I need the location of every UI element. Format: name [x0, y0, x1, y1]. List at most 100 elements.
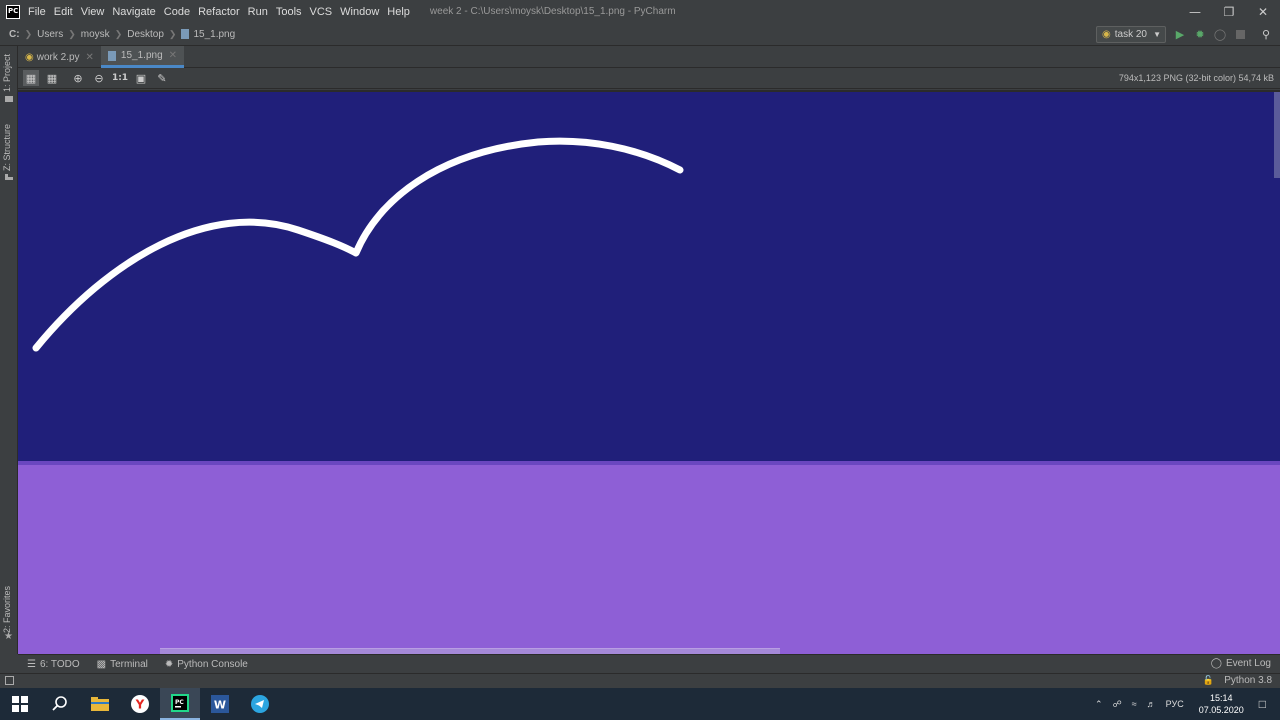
input-language[interactable]: РУС: [1166, 699, 1184, 709]
menu-run[interactable]: Run: [248, 6, 268, 18]
network-icon[interactable]: ☍: [1113, 699, 1122, 710]
volume-icon[interactable]: ♬: [1147, 699, 1156, 709]
svg-text:PC: PC: [175, 699, 184, 706]
breadcrumb-file[interactable]: 15_1.png: [193, 29, 235, 40]
interpreter-status[interactable]: Python 3.8: [1224, 675, 1272, 686]
structure-tool-tab[interactable]: Z: Structure: [2, 124, 12, 171]
clock[interactable]: 15:14 07.05.2020: [1199, 692, 1244, 716]
close-tab-icon[interactable]: ✕: [86, 52, 94, 63]
event-log-label: Event Log: [1225, 658, 1271, 669]
windows-start-icon[interactable]: [0, 688, 40, 720]
stop-icon[interactable]: [1234, 28, 1246, 40]
chessboard-icon[interactable]: ▦: [23, 70, 39, 86]
menu-edit[interactable]: Edit: [54, 6, 73, 18]
dropdown-arrow-icon: ▼: [1153, 30, 1161, 39]
python-icon: ◉: [1102, 29, 1111, 40]
tab-15-1-png[interactable]: 15_1.png ✕: [100, 46, 185, 68]
toggle-tool-windows-icon[interactable]: [5, 676, 14, 685]
windows-taskbar: Y PC W ⌃ ☍ ≈ ♬ РУС 15:14 07.05.2020 □: [0, 688, 1280, 720]
png-file-icon: [181, 29, 190, 39]
menu-window[interactable]: Window: [340, 6, 379, 18]
python-console-label: Python Console: [177, 658, 248, 670]
tab-label: 15_1.png: [120, 50, 163, 61]
image-bird-stroke: [32, 137, 684, 352]
menu-navigate[interactable]: Navigate: [112, 6, 155, 18]
actual-size-button[interactable]: 1:1: [112, 70, 128, 86]
folder-icon: [5, 96, 13, 102]
pycharm-logo-icon: PC: [6, 4, 20, 19]
pycharm-taskbar-icon[interactable]: PC: [160, 688, 200, 720]
tab-work-2-py[interactable]: ◉ work 2.py ✕: [18, 46, 101, 68]
breadcrumb-moysk[interactable]: moysk: [81, 29, 110, 40]
chevron-right-icon: ❯: [114, 28, 123, 39]
color-picker-icon[interactable]: ✎: [154, 70, 170, 86]
todo-label: 6: TODO: [39, 658, 80, 670]
breadcrumb-desktop[interactable]: Desktop: [127, 29, 164, 40]
terminal-label: Terminal: [110, 658, 148, 670]
project-tool-tab[interactable]: 1: Project: [2, 54, 12, 92]
menu-view[interactable]: View: [81, 6, 105, 18]
zoom-out-icon[interactable]: ⊖: [91, 70, 107, 86]
coverage-icon[interactable]: ◯: [1214, 28, 1226, 41]
vertical-scrollbar[interactable]: [1274, 92, 1280, 178]
structure-icon: [5, 174, 13, 180]
run-icon[interactable]: ▶: [1174, 28, 1186, 41]
menu-tools[interactable]: Tools: [276, 6, 302, 18]
list-icon: ☰: [27, 658, 36, 670]
chevron-right-icon: ❯: [24, 28, 33, 39]
run-config-label: task 20: [1114, 29, 1147, 40]
editor-tab-bar: ◉ work 2.py ✕ 15_1.png ✕: [18, 46, 1280, 68]
search-icon[interactable]: [40, 688, 80, 720]
python-file-icon: ◉: [25, 51, 34, 63]
yandex-browser-icon[interactable]: Y: [120, 688, 160, 720]
close-tab-icon[interactable]: ✕: [169, 50, 177, 61]
title-bar: PC File Edit View Navigate Code Refactor…: [0, 0, 1280, 23]
menu-file[interactable]: File: [28, 6, 46, 18]
python-icon: ✹: [164, 658, 174, 670]
status-bar: 🔓 Python 3.8: [0, 673, 1280, 688]
chevron-right-icon: ❯: [168, 28, 177, 39]
menu-code[interactable]: Code: [164, 6, 190, 18]
window-title: week 2 - C:\Users\moysk\Desktop\15_1.png…: [429, 6, 676, 17]
file-explorer-icon[interactable]: [80, 688, 120, 720]
close-icon[interactable]: ✕: [1246, 0, 1280, 23]
png-file-icon: [107, 50, 116, 61]
favorites-tool-tab[interactable]: 2: Favorites: [2, 586, 12, 633]
image-info: 794x1,123 PNG (32-bit color) 54,74 kB: [1118, 73, 1274, 83]
clock-date: 07.05.2020: [1198, 705, 1244, 715]
terminal-icon: ▩: [96, 658, 107, 670]
fit-zoom-icon[interactable]: ▣: [133, 70, 149, 86]
menu-help[interactable]: Help: [387, 6, 410, 18]
svg-text:W: W: [214, 699, 226, 712]
debug-icon[interactable]: ✹: [1194, 28, 1206, 41]
run-config-dropdown[interactable]: ◉ task 20 ▼: [1096, 26, 1166, 43]
system-tray: ⌃ ☍ ≈ ♬ РУС 15:14 07.05.2020 □: [1090, 688, 1280, 720]
word-icon[interactable]: W: [200, 688, 240, 720]
svg-text:Y: Y: [135, 698, 145, 712]
tab-label: work 2.py: [36, 51, 80, 63]
terminal-tool-button[interactable]: ▩ Terminal: [97, 659, 148, 670]
telegram-icon[interactable]: [240, 688, 280, 720]
left-tool-strip: 1: Project Z: Structure 2: Favorites ★: [0, 46, 18, 654]
zoom-in-icon[interactable]: ⊕: [70, 70, 86, 86]
chevron-right-icon: ❯: [68, 28, 76, 39]
breadcrumb-users[interactable]: Users: [37, 29, 63, 40]
notifications-icon[interactable]: □: [1259, 697, 1266, 711]
event-log-button[interactable]: ◯ Event Log: [1211, 658, 1271, 669]
chevron-up-icon[interactable]: ⌃: [1095, 699, 1103, 710]
minimize-icon[interactable]: —: [1178, 0, 1212, 23]
menu-vcs[interactable]: VCS: [310, 6, 333, 18]
bird-curve: [32, 137, 684, 352]
grid-icon[interactable]: ▦: [44, 70, 60, 86]
python-console-tool-button[interactable]: ✹ Python Console: [165, 659, 248, 670]
star-icon: ★: [4, 631, 13, 642]
wifi-icon[interactable]: ≈: [1132, 699, 1137, 709]
event-log-icon: ◯: [1210, 658, 1222, 669]
restore-icon[interactable]: ❐: [1212, 0, 1246, 23]
search-icon[interactable]: ⚲: [1260, 28, 1272, 41]
image-viewer: [18, 90, 1280, 654]
menu-refactor[interactable]: Refactor: [198, 6, 240, 18]
image-toolbar: ▦ ▦ ⊕ ⊖ 1:1 ▣ ✎ 794x1,123 PNG (32-bit co…: [18, 68, 1280, 89]
breadcrumb-drive[interactable]: C:: [9, 29, 20, 40]
todo-tool-button[interactable]: ☰ 6: TODO: [27, 659, 80, 670]
